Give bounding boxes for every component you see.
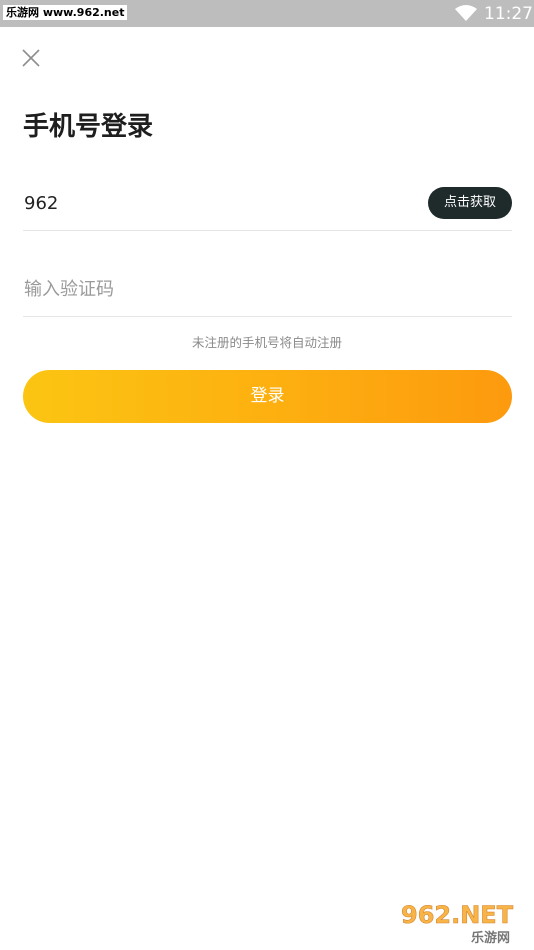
phone-input[interactable] [23, 186, 404, 220]
watermark-brand: 962.NET [401, 901, 514, 929]
site-watermark: 乐游网 www.962.net [3, 5, 128, 20]
auto-register-hint: 未注册的手机号将自动注册 [191, 335, 342, 350]
wifi-icon [455, 5, 477, 21]
code-row [23, 262, 512, 317]
close-icon [22, 49, 40, 67]
watermark-name: 乐游网 [471, 930, 510, 946]
page-title: 手机号登录 [23, 112, 154, 142]
status-time: 11:27 [484, 4, 533, 24]
phone-row: 点击获取 [23, 176, 512, 231]
verification-code-input[interactable] [23, 272, 504, 306]
get-code-button[interactable]: 点击获取 [428, 187, 512, 219]
watermark-logo: 962.NET 乐游网 [395, 896, 531, 946]
status-bar: 乐游网 www.962.net 11:27 [0, 0, 534, 27]
login-button[interactable]: 登录 [23, 370, 512, 423]
close-button[interactable] [18, 45, 44, 71]
